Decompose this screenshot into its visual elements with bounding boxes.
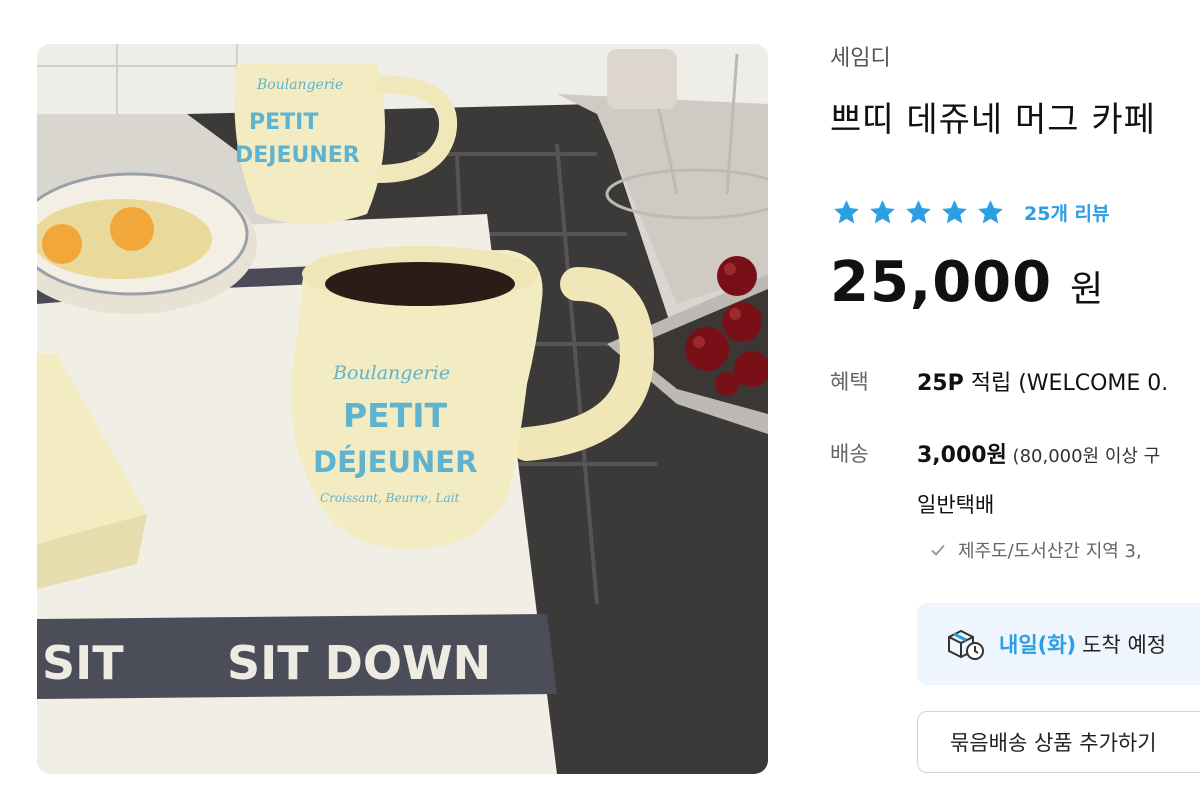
arrival-text: 도착 예정 [1082, 633, 1167, 657]
shipping-fee: 3,000원 [917, 443, 1007, 468]
rating[interactable]: 25개 리뷰 [832, 198, 1110, 227]
product-title: 쁘띠 데쥬네 머그 카페 [830, 100, 1156, 140]
shipping-label: 배송 [830, 442, 869, 466]
star-icon [904, 198, 933, 227]
mug-text-3: DÉJEUNER [313, 445, 477, 479]
towel-text: SIT DOWN [227, 636, 491, 690]
delivery-box-clock-icon [948, 629, 984, 660]
brand-name[interactable]: 세임디 [830, 40, 891, 72]
star-icon [868, 198, 897, 227]
benefit-text: 적립 (WELCOME 0. [963, 371, 1169, 396]
towel-text-left: SIT [42, 636, 124, 690]
star-icon [940, 198, 969, 227]
review-count-link[interactable]: 25개 리뷰 [1024, 199, 1110, 226]
add-bundle-product-button[interactable]: 묶음배송 상품 추가하기 [917, 711, 1200, 773]
shipping-value: 3,000원 (80,000원 이상 구 [917, 437, 1160, 469]
pitcher-text-1: Boulangerie [256, 77, 343, 93]
shipping-condition: (80,000원 이상 구 [1006, 446, 1161, 467]
arrival-day: 내일(화) [999, 633, 1077, 657]
mug-text-4: Croissant, Beurre, Lait [320, 491, 459, 505]
shipping-note-text: 제주도/도서산간 지역 3, [958, 541, 1142, 562]
mug-text-1: Boulangerie [332, 362, 450, 384]
pitcher-text-2: PETIT [249, 110, 318, 135]
price: 25,000 원 [830, 250, 1103, 315]
product-image[interactable]: SIT DOWN SIT Boulangerie PETIT DEJEUNER … [37, 44, 768, 774]
check-icon [931, 544, 945, 556]
shipping-method: 일반택배 [917, 493, 995, 517]
star-icon [832, 198, 861, 227]
price-value: 25,000 [830, 250, 1053, 315]
price-unit: 원 [1070, 269, 1104, 310]
benefit-value: 25P 적립 (WELCOME 0. [917, 365, 1168, 397]
benefit-points: 25P [917, 371, 964, 396]
shipping-note: 제주도/도서산간 지역 3, [928, 537, 1142, 563]
mug-text-2: PETIT [343, 396, 448, 435]
star-icon [976, 198, 1005, 227]
pitcher-text-3: DEJEUNER [235, 143, 360, 168]
benefit-label: 혜택 [830, 370, 869, 394]
arrival-estimate[interactable]: 내일(화) 도착 예정 [917, 603, 1200, 685]
